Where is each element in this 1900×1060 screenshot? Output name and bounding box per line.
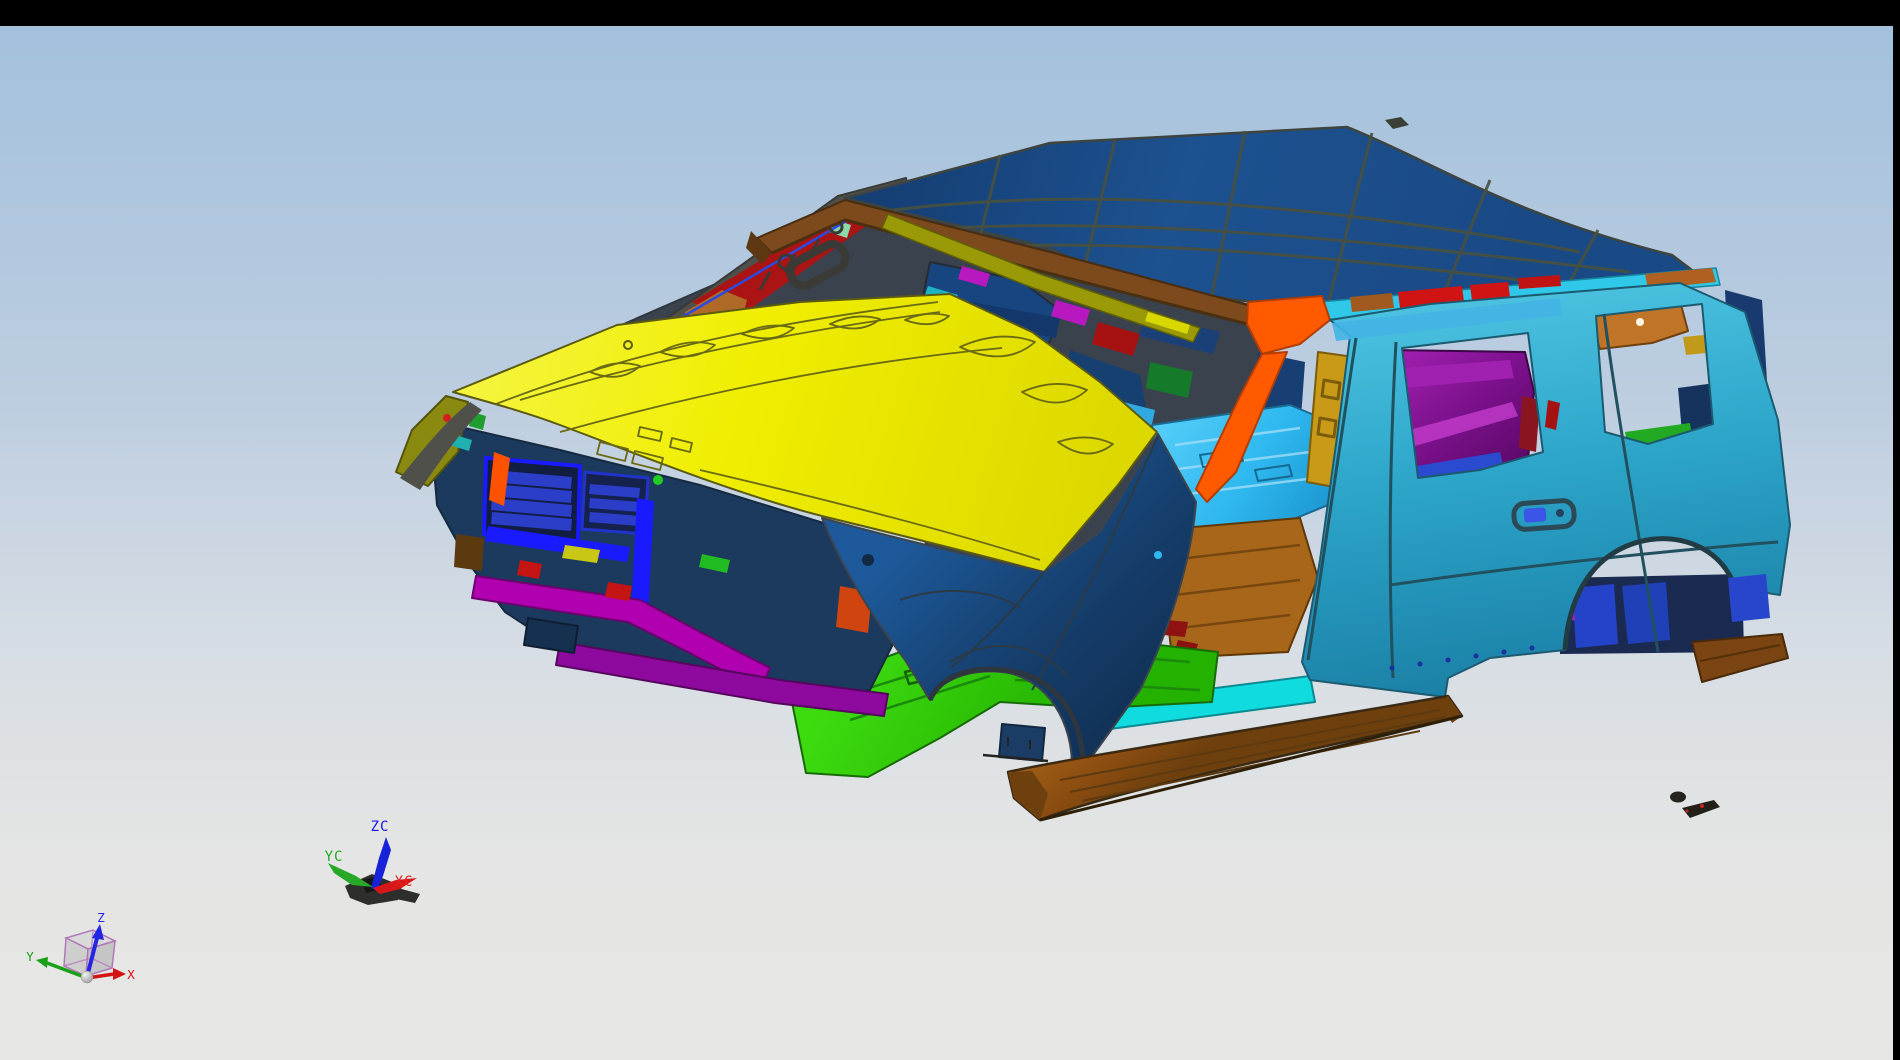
wcs-y-label: YC <box>325 849 344 865</box>
abs-z-label: Z <box>97 910 105 925</box>
application-window: ZC YC XC Z Y X <box>0 0 1900 1060</box>
top-bar <box>0 0 1900 26</box>
wcs-x-label: XC <box>395 874 414 890</box>
rear-royal-patch <box>1728 574 1770 622</box>
abs-origin-sphere <box>81 971 93 983</box>
viewport-3d[interactable]: ZC YC XC Z Y X <box>0 26 1893 1060</box>
abs-x-label: X <box>127 967 135 982</box>
wcs-z-label: ZC <box>371 819 390 835</box>
abs-y-label: Y <box>26 949 34 964</box>
right-edge-bar <box>1893 0 1900 1060</box>
